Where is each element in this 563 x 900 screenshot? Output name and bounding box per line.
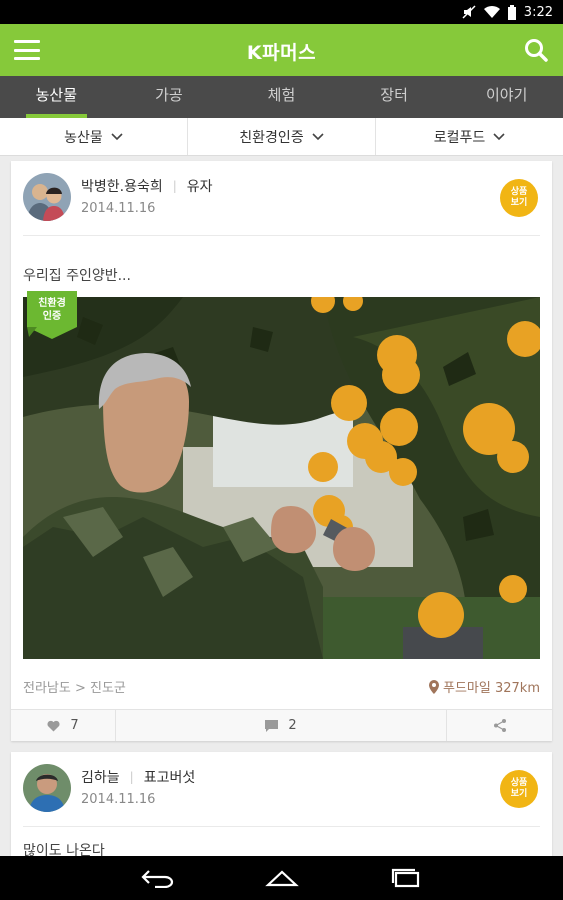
- chevron-down-icon: [111, 132, 123, 140]
- filter-label: 농산물: [64, 129, 103, 146]
- author-name[interactable]: 박병한.용숙희: [81, 176, 163, 196]
- divider: [23, 235, 540, 236]
- separator: |: [172, 179, 177, 193]
- filter-bar: 농산물 친환경인증 로컬푸드: [0, 118, 563, 156]
- view-product-label: 상품 보기: [510, 778, 528, 799]
- tab-market[interactable]: 장터: [338, 76, 451, 118]
- battery-icon: [507, 4, 516, 20]
- location-pin-icon: [429, 679, 440, 694]
- post-card[interactable]: 박병한.용숙희 | 유자 2014.11.16 상품 보기 우리집 주인양반..…: [11, 161, 552, 741]
- mute-icon: [462, 5, 476, 19]
- home-icon[interactable]: [264, 868, 299, 888]
- post-text: 많이도 나온다: [23, 843, 105, 856]
- post-photo[interactable]: [23, 297, 540, 659]
- comment-button[interactable]: 2: [116, 710, 447, 741]
- status-icons: 3:22: [462, 3, 553, 21]
- comment-icon: [265, 719, 279, 732]
- like-count: 7: [70, 718, 79, 733]
- status-time: 3:22: [523, 4, 553, 20]
- share-icon: [493, 719, 506, 732]
- filter-label: 로컬푸드: [433, 129, 486, 146]
- post-author-line: 박병한.용숙희 | 유자: [81, 176, 213, 196]
- back-icon[interactable]: [140, 868, 175, 888]
- post-actions: 7 2: [11, 709, 552, 741]
- search-icon[interactable]: [523, 37, 549, 63]
- post-date: 2014.11.16: [81, 201, 156, 216]
- tab-produce[interactable]: 농산물: [0, 76, 113, 118]
- separator: |: [129, 770, 134, 784]
- distance-text: 푸드마일 327km: [443, 681, 540, 696]
- filter-category-dropdown[interactable]: 농산물: [0, 118, 188, 155]
- category-tabs: 농산물 가공 체험 장터 이야기: [0, 76, 563, 118]
- tab-processed[interactable]: 가공: [113, 76, 226, 118]
- chevron-down-icon: [493, 132, 505, 140]
- post-location: 전라남도 > 진도군: [23, 681, 126, 696]
- post-author-line: 김하늘 | 표고버섯: [81, 767, 195, 787]
- post-date: 2014.11.16: [81, 792, 156, 807]
- food-mile: 푸드마일 327km: [429, 677, 540, 696]
- like-button[interactable]: 7: [11, 710, 116, 741]
- avatar[interactable]: [23, 173, 71, 221]
- product-name: 유자: [186, 179, 213, 195]
- tab-story[interactable]: 이야기: [450, 76, 563, 118]
- view-product-button[interactable]: 상품 보기: [500, 179, 538, 217]
- tab-experience[interactable]: 체험: [225, 76, 338, 118]
- view-product-button[interactable]: 상품 보기: [500, 770, 538, 808]
- comment-count: 2: [288, 718, 297, 733]
- app-bar: K파머스: [0, 24, 563, 76]
- system-nav-bar: [0, 856, 563, 900]
- wifi-icon: [483, 5, 500, 19]
- chevron-down-icon: [312, 132, 324, 140]
- product-name: 표고버섯: [143, 770, 196, 786]
- share-button[interactable]: [447, 710, 552, 741]
- heart-icon: [47, 720, 60, 731]
- post-card[interactable]: 김하늘 | 표고버섯 2014.11.16 상품 보기 많이도 나온다: [11, 752, 552, 856]
- filter-label: 친환경인증: [239, 129, 304, 146]
- recents-icon[interactable]: [389, 868, 423, 888]
- app-title: K파머스: [246, 42, 317, 64]
- post-text: 우리집 주인양반...: [23, 268, 131, 284]
- view-product-label: 상품 보기: [510, 187, 528, 208]
- divider: [23, 826, 540, 827]
- filter-eco-dropdown[interactable]: 친환경인증: [188, 118, 376, 155]
- avatar[interactable]: [23, 764, 71, 812]
- status-bar: 3:22: [0, 0, 563, 24]
- eco-certified-label: 친환경 인증: [38, 298, 66, 322]
- author-name[interactable]: 김하늘: [81, 767, 120, 787]
- filter-local-dropdown[interactable]: 로컬푸드: [376, 118, 563, 155]
